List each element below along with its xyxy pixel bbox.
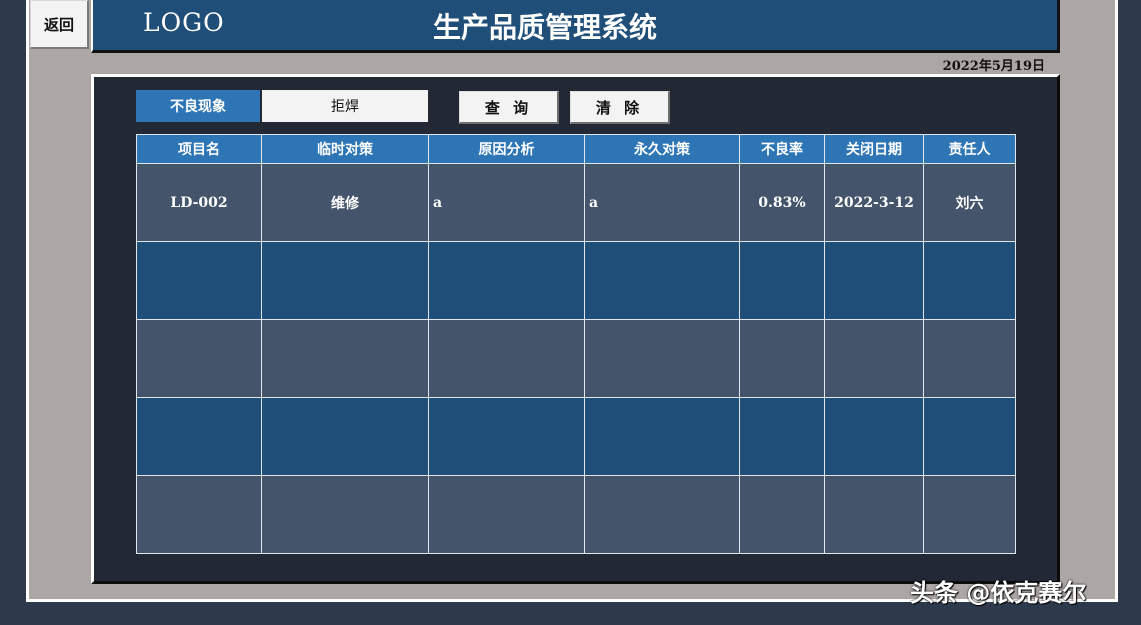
- table-cell[interactable]: [261, 319, 429, 398]
- table-cell[interactable]: [923, 397, 1016, 476]
- table-cell[interactable]: [923, 319, 1016, 398]
- table-row: [136, 319, 1016, 398]
- column-header-owner: 责任人: [923, 134, 1016, 164]
- column-header-project: 项目名: [136, 134, 262, 164]
- table-cell[interactable]: [428, 319, 585, 398]
- clear-button[interactable]: 清 除: [570, 91, 670, 124]
- table-cell[interactable]: [428, 397, 585, 476]
- table-cell[interactable]: 0.83%: [739, 163, 825, 242]
- table-cell[interactable]: 2022-3-12: [824, 163, 924, 242]
- table-cell[interactable]: [824, 241, 924, 320]
- table-cell[interactable]: [824, 397, 924, 476]
- table-row: [136, 241, 1016, 320]
- column-header-temp-action: 临时对策: [261, 134, 429, 164]
- table-cell[interactable]: [739, 241, 825, 320]
- table-header-row: 项目名 临时对策 原因分析 永久对策 不良率 关闭日期 责任人: [136, 134, 1016, 164]
- table-cell[interactable]: [136, 319, 262, 398]
- table-cell[interactable]: [136, 475, 262, 554]
- table-cell[interactable]: LD-002: [136, 163, 262, 242]
- table-cell[interactable]: [739, 319, 825, 398]
- current-date: 2022年5月19日: [942, 59, 1045, 74]
- table-row: [136, 397, 1016, 476]
- query-button[interactable]: 查 询: [459, 91, 559, 124]
- table-cell[interactable]: [261, 241, 429, 320]
- column-header-defect-rate: 不良率: [739, 134, 825, 164]
- defect-filter-input[interactable]: [262, 90, 428, 122]
- defect-filter-label: 不良现象: [136, 90, 260, 122]
- column-header-close-date: 关闭日期: [824, 134, 924, 164]
- table-cell[interactable]: [428, 475, 585, 554]
- table-cell[interactable]: [584, 397, 740, 476]
- table-row: LD-002 维修 a a 0.83% 2022-3-12 刘六: [136, 163, 1016, 242]
- table-cell[interactable]: [923, 475, 1016, 554]
- table-cell[interactable]: [739, 397, 825, 476]
- table-cell[interactable]: [824, 319, 924, 398]
- table-cell[interactable]: a: [584, 163, 740, 242]
- results-table: 项目名 临时对策 原因分析 永久对策 不良率 关闭日期 责任人 LD-002 维…: [136, 134, 1016, 554]
- table-row: [136, 475, 1016, 554]
- table-cell[interactable]: [739, 475, 825, 554]
- table-cell[interactable]: a: [428, 163, 585, 242]
- table-cell[interactable]: [923, 241, 1016, 320]
- table-cell[interactable]: [261, 475, 429, 554]
- table-cell[interactable]: [136, 397, 262, 476]
- watermark-text: 头条 @依克赛尔: [910, 579, 1087, 607]
- table-cell[interactable]: 维修: [261, 163, 429, 242]
- column-header-root-cause: 原因分析: [428, 134, 585, 164]
- table-cell[interactable]: [428, 241, 585, 320]
- table-cell[interactable]: [584, 319, 740, 398]
- table-cell[interactable]: [584, 241, 740, 320]
- table-cell[interactable]: [136, 241, 262, 320]
- table-cell[interactable]: [261, 397, 429, 476]
- table-cell[interactable]: 刘六: [923, 163, 1016, 242]
- page-title: 生产品质管理系统: [432, 11, 657, 44]
- table-cell[interactable]: [824, 475, 924, 554]
- table-cell[interactable]: [584, 475, 740, 554]
- column-header-permanent-action: 永久对策: [584, 134, 740, 164]
